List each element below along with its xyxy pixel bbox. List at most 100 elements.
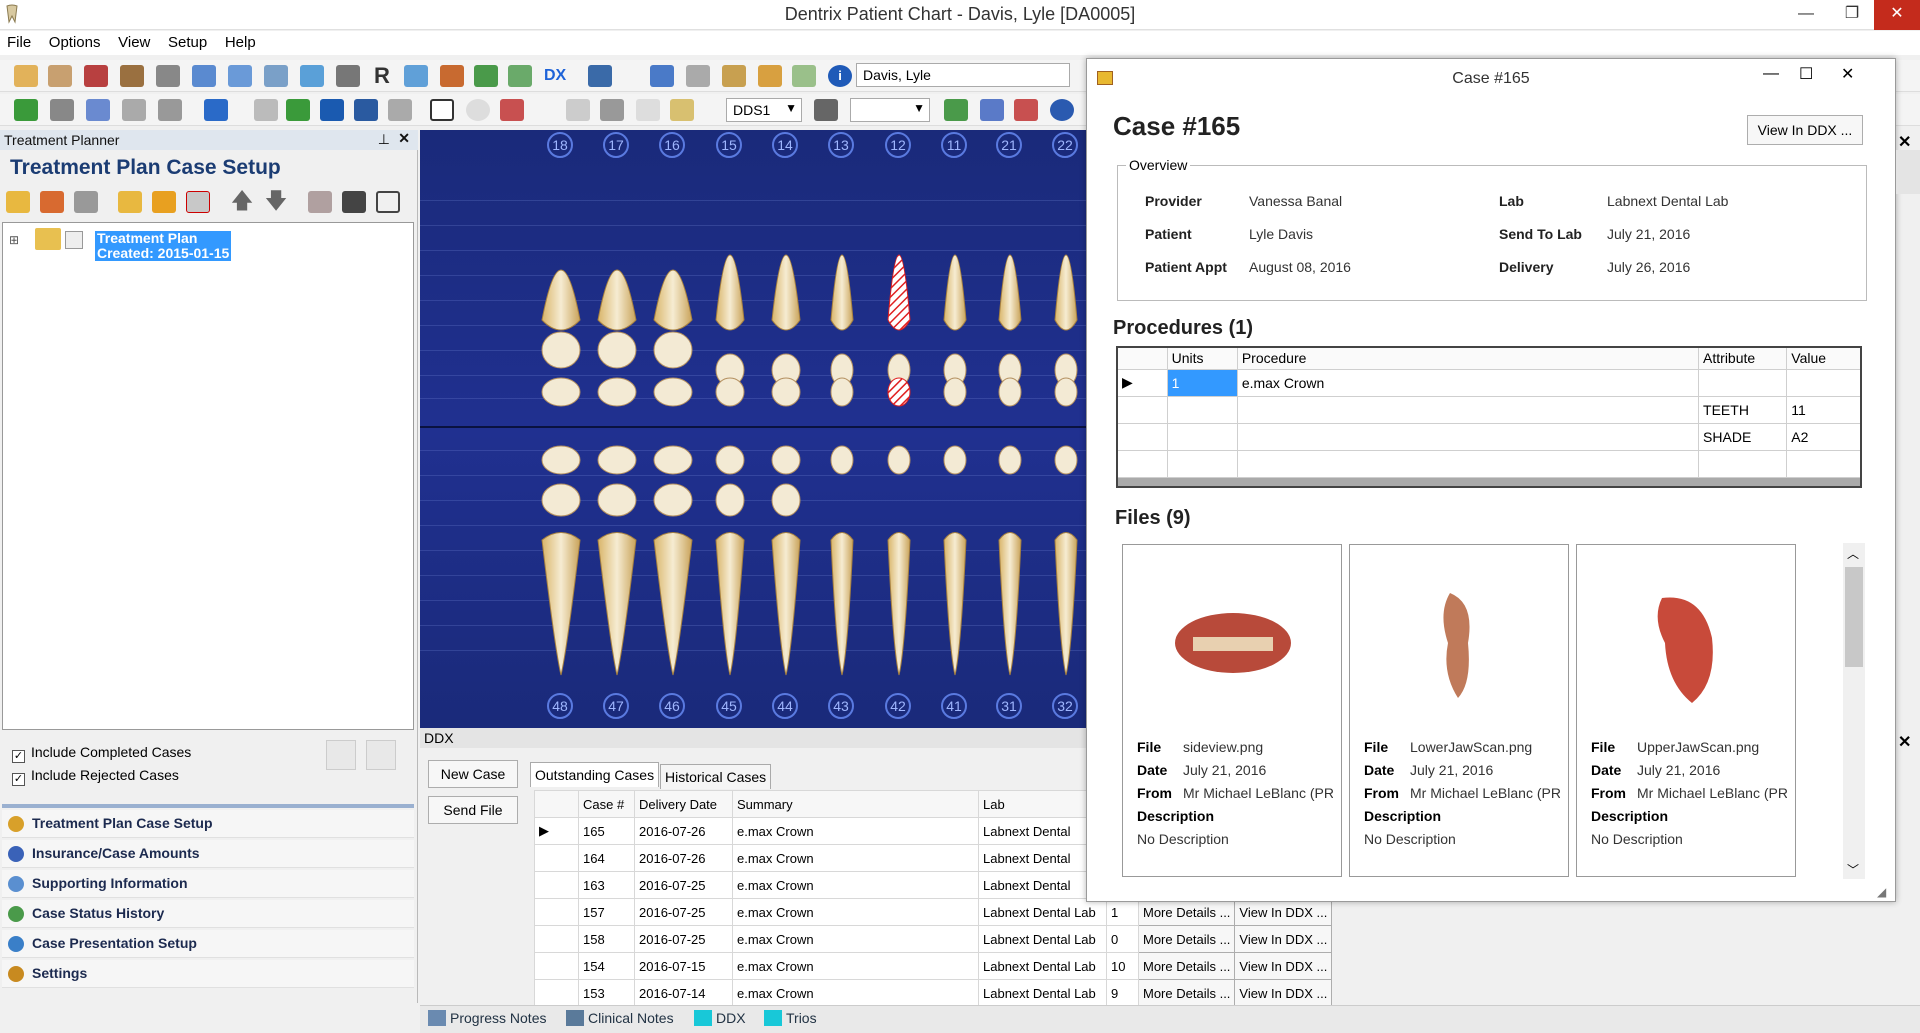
case-number-cell[interactable]: 157	[578, 898, 635, 926]
expand-icon[interactable]: ⊞	[9, 233, 19, 247]
menu-help[interactable]: Help	[218, 31, 263, 54]
toggle-right-button[interactable]	[366, 740, 396, 770]
tooth-number[interactable]: 16	[659, 132, 685, 158]
row-selector[interactable]: ▶	[534, 817, 579, 845]
col-procedure[interactable]: Procedure	[1236, 346, 1700, 370]
resize-grip-icon[interactable]: ◢	[1877, 885, 1886, 899]
summary-cell[interactable]: e.max Crown	[732, 952, 979, 980]
dx-icon[interactable]: DX	[544, 65, 568, 87]
lower-tooth-side[interactable]	[597, 532, 637, 676]
scroll-thumb[interactable]	[1845, 567, 1863, 667]
tooth-number[interactable]: 22	[1052, 132, 1078, 158]
image-icon[interactable]	[354, 99, 378, 121]
view-in-ddx-row-button[interactable]: View In DDX ...	[1234, 952, 1333, 980]
row-selector[interactable]: ▶	[1116, 368, 1168, 397]
units-cell[interactable]: 1	[1166, 368, 1238, 397]
tab-progress-notes[interactable]: Progress Notes	[428, 1010, 546, 1026]
screen-icon[interactable]	[320, 99, 344, 121]
lower-tooth-incisal[interactable]	[541, 445, 581, 475]
lower-tooth-side[interactable]	[830, 532, 854, 676]
upper-tooth-side[interactable]	[653, 269, 693, 331]
nav-status-history[interactable]: Case Status History	[2, 900, 414, 928]
tooth-number[interactable]: 43	[828, 693, 854, 719]
lower-tooth-incisal[interactable]	[887, 445, 911, 475]
procedure-cell[interactable]	[1236, 395, 1700, 424]
file-card[interactable]: File sideview.png Date July 21, 2016 From Mr …	[1122, 544, 1342, 877]
upper-tooth-side[interactable]	[597, 269, 637, 331]
fax-icon[interactable]	[122, 99, 146, 121]
right-scroll-thumb[interactable]	[1896, 150, 1920, 194]
row-selector[interactable]	[534, 925, 579, 953]
delivery-date-cell[interactable]: 2016-07-26	[634, 817, 733, 845]
maximize-button[interactable]: ❐	[1830, 0, 1874, 30]
units-cell[interactable]	[1166, 449, 1238, 478]
lower-tooth-occlusal[interactable]	[715, 483, 745, 517]
case-number-cell[interactable]: 163	[578, 871, 635, 899]
dialog-minimize-button[interactable]: —	[1763, 65, 1779, 83]
tooth-tool-icon[interactable]	[566, 99, 590, 121]
summary-cell[interactable]: e.max Crown	[732, 898, 979, 926]
tab-clinical-notes[interactable]: Clinical Notes	[566, 1010, 674, 1026]
view-in-ddx-button[interactable]: View In DDX ...	[1747, 115, 1863, 145]
tab-ddx[interactable]: DDX	[694, 1010, 746, 1026]
upper-tooth-incisal[interactable]	[943, 377, 967, 407]
camera-icon[interactable]	[388, 99, 412, 121]
print-icon[interactable]	[50, 99, 74, 121]
bracket-icon[interactable]	[254, 99, 278, 121]
email-icon[interactable]	[300, 65, 324, 87]
nav-case-setup[interactable]: Treatment Plan Case Setup	[2, 810, 414, 838]
minimize-button[interactable]: —	[1784, 0, 1828, 30]
tooth-number[interactable]: 46	[659, 693, 685, 719]
case-number-cell[interactable]: 158	[578, 925, 635, 953]
splitter[interactable]	[2, 804, 414, 808]
new-case-icon[interactable]	[6, 191, 30, 213]
close-button[interactable]: ✕	[1874, 0, 1920, 30]
units-cell[interactable]	[1166, 395, 1238, 424]
tooth-number[interactable]: 18	[547, 132, 573, 158]
nav-insurance[interactable]: Insurance/Case Amounts	[2, 840, 414, 868]
gear-icon[interactable]	[600, 99, 624, 121]
refresh-icon[interactable]	[14, 99, 38, 121]
people-icon[interactable]	[650, 65, 674, 87]
file-thumbnail[interactable]	[1380, 563, 1540, 723]
tooth-chart[interactable]: 18 17 16 15 14 13 12 11 21 22 48 47 46 45 44 43 42 41 31 3…	[420, 130, 1086, 728]
lower-tooth-incisal[interactable]	[1054, 445, 1078, 475]
upper-tooth-side[interactable]	[830, 254, 854, 331]
check-icon[interactable]	[1050, 99, 1074, 121]
filter-combo[interactable]: ▼	[850, 98, 930, 122]
col-delivery-date[interactable]: Delivery Date	[634, 790, 733, 818]
arrow-down-icon[interactable]: 🡇	[264, 190, 288, 213]
attribute-cell[interactable]	[1698, 449, 1788, 478]
view-in-ddx-row-button[interactable]: View In DDX ...	[1234, 979, 1333, 1007]
case-number-cell[interactable]: 165	[578, 817, 635, 845]
table-row[interactable]: ▶ 1 e.max Crown	[1116, 368, 1862, 397]
include-rejected-checkbox[interactable]: ✓ Include Rejected Cases	[12, 767, 179, 786]
reject-icon[interactable]	[186, 191, 210, 213]
upper-tooth-occlusal[interactable]	[653, 331, 693, 369]
row-selector[interactable]	[534, 898, 579, 926]
family-file-icon[interactable]	[14, 65, 38, 87]
glasses-icon[interactable]	[508, 65, 532, 87]
close-icon[interactable]: ✕	[398, 130, 410, 147]
pin-icon[interactable]: ⊥	[378, 131, 390, 148]
lower-tooth-incisal[interactable]	[597, 445, 637, 475]
file-thumbnail[interactable]	[1607, 563, 1767, 723]
link-icon[interactable]	[74, 191, 98, 213]
tooth-number[interactable]: 14	[772, 132, 798, 158]
mouth-icon[interactable]	[500, 99, 524, 121]
col-summary[interactable]: Summary	[732, 790, 979, 818]
upper-tooth-incisal[interactable]	[830, 377, 854, 407]
lab-cell[interactable]: Labnext Dental Lab	[978, 979, 1107, 1007]
delivery-date-cell[interactable]: 2016-07-15	[634, 952, 733, 980]
lower-tooth-incisal[interactable]	[715, 445, 745, 475]
menu-options[interactable]: Options	[42, 31, 108, 54]
upper-tooth-incisal[interactable]	[771, 377, 801, 407]
tree-item-treatment-plan[interactable]: Treatment Plan Created: 2015-01-15	[95, 231, 232, 261]
upper-tooth-side[interactable]	[771, 254, 801, 331]
upper-tooth-side[interactable]	[943, 254, 967, 331]
more-details-button[interactable]: More Details ...	[1137, 898, 1236, 926]
lower-tooth-occlusal[interactable]	[771, 483, 801, 517]
lower-tooth-occlusal[interactable]	[653, 483, 693, 517]
table-row[interactable]: 153 2016-07-14 e.max Crown Labnext Dental L…	[534, 979, 1333, 1007]
col-units[interactable]: Units	[1166, 346, 1238, 370]
